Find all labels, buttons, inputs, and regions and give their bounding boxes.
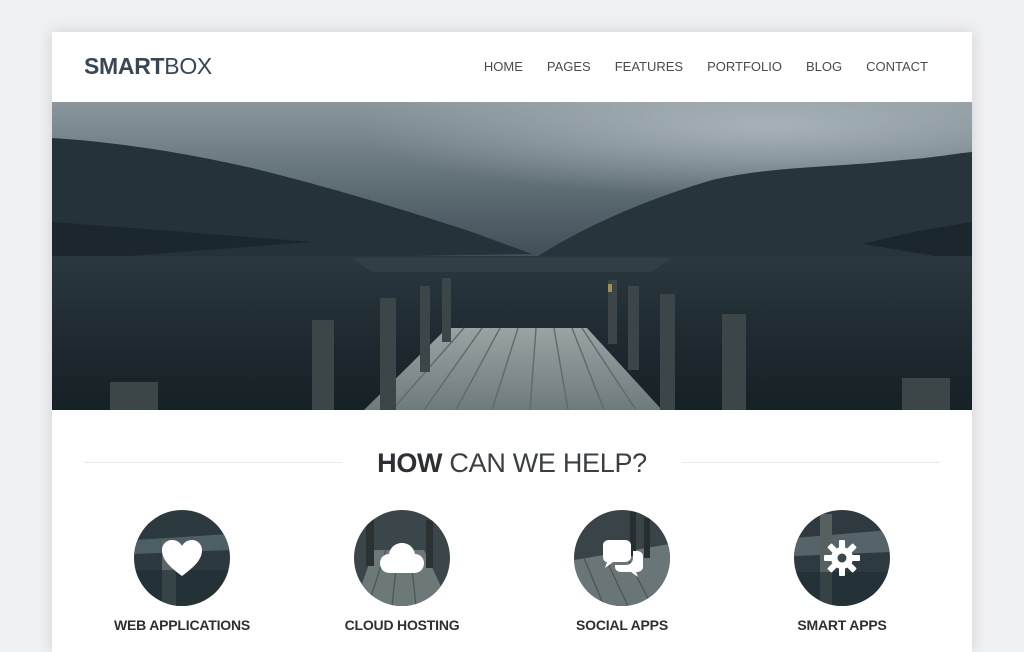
nav-blog[interactable]: BLOG — [806, 59, 842, 75]
gear-icon — [794, 510, 890, 606]
service-thumbnail — [574, 510, 670, 606]
nav-contact[interactable]: CONTACT — [866, 59, 928, 75]
nav-features[interactable]: FEATURES — [615, 59, 683, 75]
services-row: WEB APPLICATIONS CLOUD HOSTING SOCIAL AP… — [52, 510, 972, 652]
heading-divider-right — [682, 462, 940, 463]
heading-divider-left — [84, 462, 342, 463]
page-container: SMARTBOX HOME PAGES FEATURES PORTFOLIO B… — [52, 32, 972, 652]
nav-home[interactable]: HOME — [484, 59, 523, 75]
service-thumbnail — [354, 510, 450, 606]
service-label: SOCIAL APPS — [576, 617, 668, 633]
section-title: HOW CAN WE HELP? — [342, 445, 682, 481]
site-header: SMARTBOX HOME PAGES FEATURES PORTFOLIO B… — [52, 32, 972, 102]
section-heading: HOW CAN WE HELP? — [52, 443, 972, 483]
site-logo[interactable]: SMARTBOX — [84, 52, 212, 80]
service-label: CLOUD HOSTING — [344, 617, 460, 633]
section-title-bold: HOW — [377, 448, 443, 478]
section-title-light: CAN WE HELP? — [449, 448, 647, 478]
heart-icon — [134, 510, 230, 606]
service-thumbnail — [794, 510, 890, 606]
logo-light-text: BOX — [164, 53, 212, 79]
service-thumbnail — [134, 510, 230, 606]
service-label: SMART APPS — [797, 617, 887, 633]
service-label: WEB APPLICATIONS — [113, 617, 251, 633]
chat-bubbles-icon — [574, 510, 670, 606]
cloud-icon — [354, 510, 450, 606]
nav-portfolio[interactable]: PORTFOLIO — [707, 59, 782, 75]
hero-image — [52, 102, 972, 410]
main-nav: HOME PAGES FEATURES PORTFOLIO BLOG CONTA… — [484, 59, 928, 75]
nav-pages[interactable]: PAGES — [547, 59, 591, 75]
logo-bold-text: SMART — [84, 53, 165, 79]
